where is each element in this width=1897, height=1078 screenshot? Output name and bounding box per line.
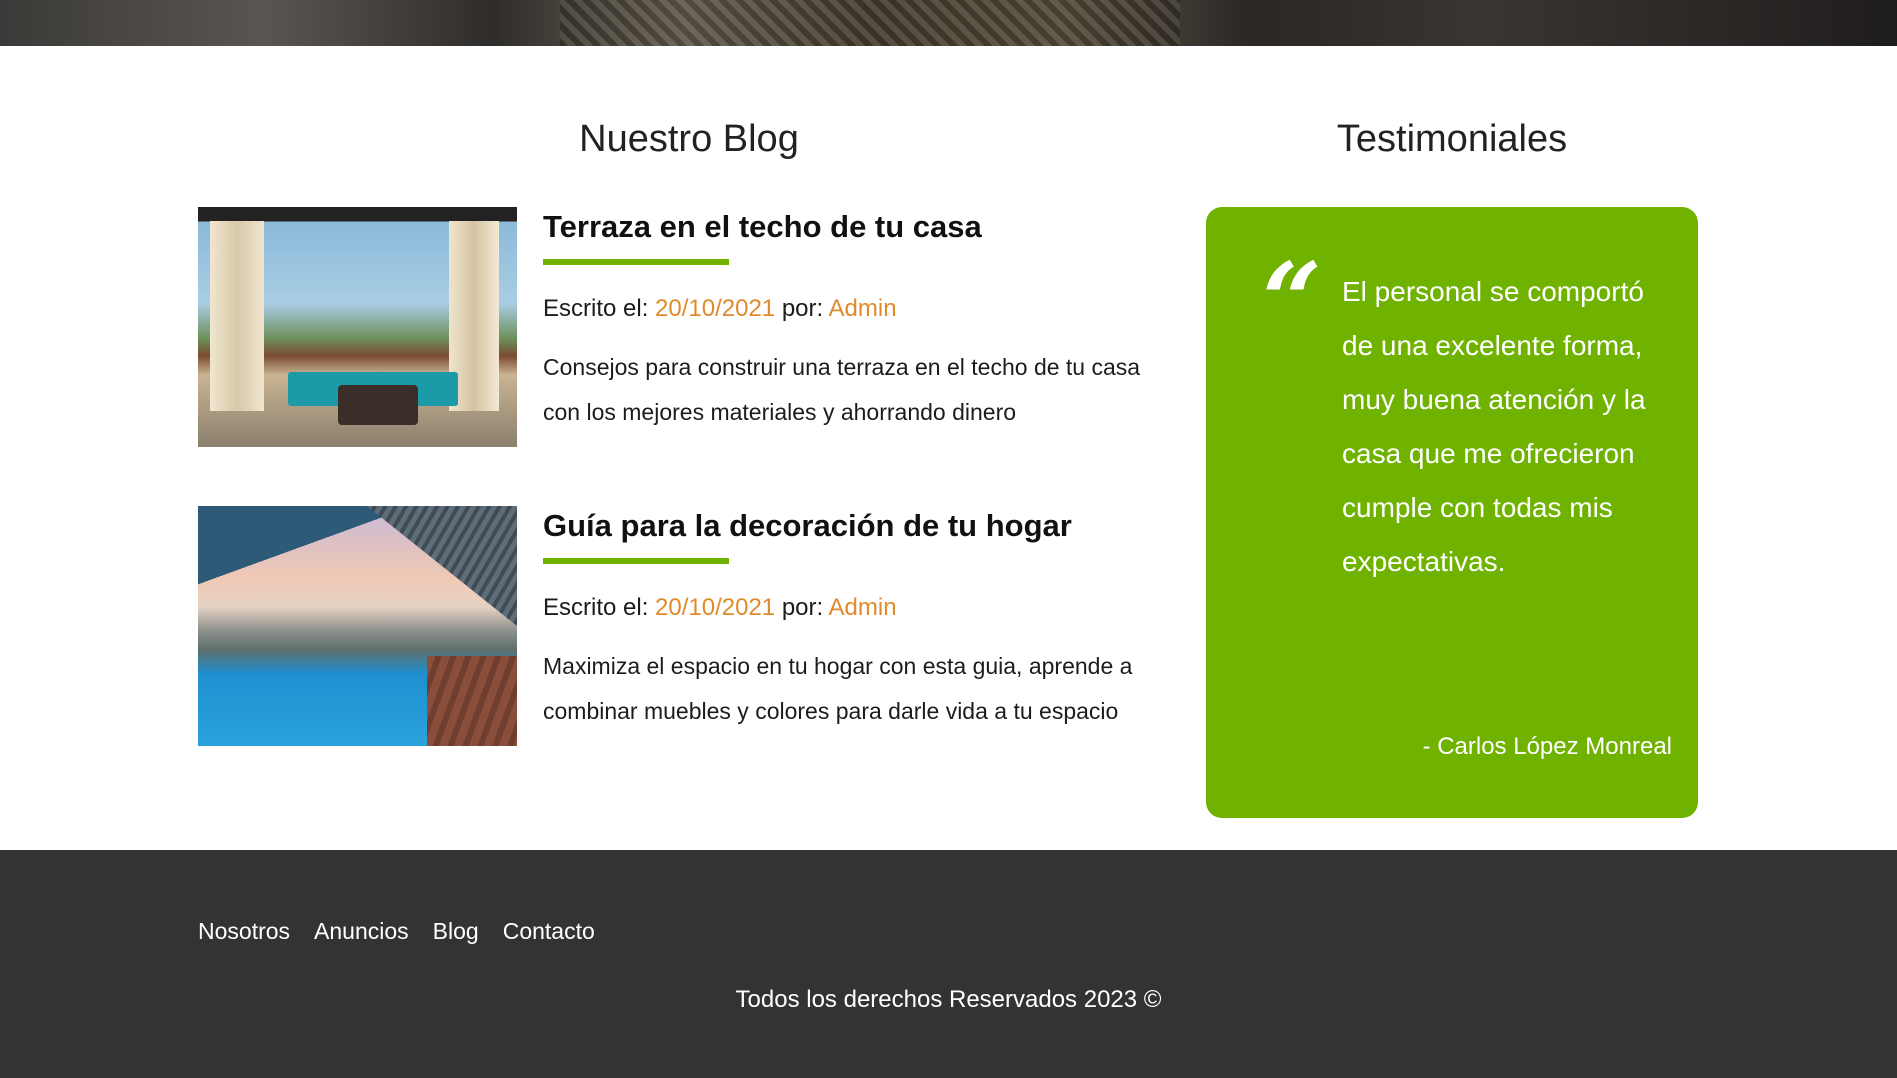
meta-written-label: Escrito el:	[543, 594, 656, 622]
footer-link-contacto[interactable]: Contacto	[503, 918, 595, 945]
testimonial-quote: El personal se comportó de una excelente…	[1342, 276, 1646, 577]
blog-post-entry: Terraza en el techo de tu casa Escrito e…	[198, 207, 1180, 447]
post-image-terraza[interactable]	[198, 207, 517, 447]
meta-by-label: por:	[775, 295, 829, 323]
title-underline	[543, 558, 729, 565]
post-date: 20/10/2021	[655, 594, 776, 622]
footer-link-blog[interactable]: Blog	[433, 918, 479, 945]
post-author: Admin	[828, 295, 897, 323]
footer-nav: Nosotros Anuncios Blog Contacto	[198, 918, 595, 945]
meta-written-label: Escrito el:	[543, 295, 656, 323]
quote-icon: “	[1262, 239, 1322, 362]
footer-link-nosotros[interactable]: Nosotros	[198, 918, 290, 945]
post-body: Guía para la decoración de tu hogar Escr…	[543, 506, 1180, 757]
title-underline	[543, 259, 729, 266]
main-content: Nuestro Blog Testimoniales Terraza en el…	[0, 46, 1897, 850]
post-title-link[interactable]: Terraza en el techo de tu casa	[543, 207, 1180, 247]
post-meta: Escrito el: 20/10/2021 por: Admin	[543, 594, 1180, 622]
post-excerpt: Maximiza el espacio en tu hogar con esta…	[543, 653, 1133, 725]
testimonials-section-title: Testimoniales	[1336, 118, 1568, 160]
post-title-link[interactable]: Guía para la decoración de tu hogar	[543, 506, 1180, 546]
post-excerpt: Consejos para construir una terraza en e…	[543, 354, 1141, 426]
post-author: Admin	[828, 594, 897, 622]
hero-image-strip	[0, 0, 1897, 46]
copyright-text: Todos los derechos Reservados 2023 ©	[735, 986, 1162, 1013]
footer-link-anuncios[interactable]: Anuncios	[314, 918, 409, 945]
post-image-pool[interactable]	[198, 506, 517, 746]
post-meta: Escrito el: 20/10/2021 por: Admin	[543, 295, 1180, 323]
meta-by-label: por:	[775, 594, 829, 622]
post-body: Terraza en el techo de tu casa Escrito e…	[543, 207, 1180, 458]
blog-post-entry: Guía para la decoración de tu hogar Escr…	[198, 506, 1180, 746]
testimonial-author: - Carlos López Monreal	[1422, 733, 1672, 760]
blog-section-title: Nuestro Blog	[579, 118, 799, 160]
post-date: 20/10/2021	[655, 295, 776, 323]
testimonial-card: “ El personal se comportó de una excelen…	[1206, 207, 1698, 818]
site-footer: Nosotros Anuncios Blog Contacto Todos lo…	[0, 850, 1897, 1078]
